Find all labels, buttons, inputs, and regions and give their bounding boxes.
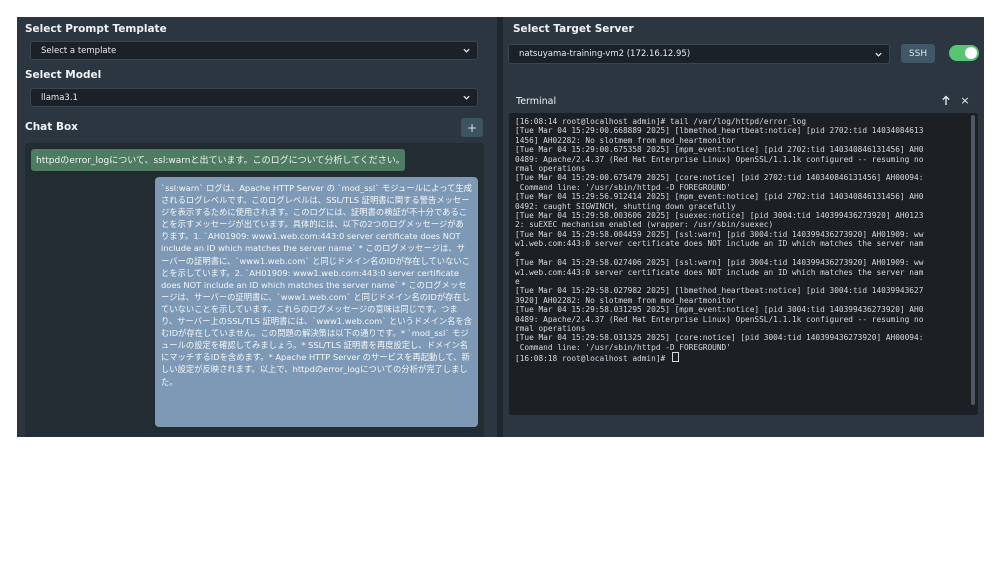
arrow-up-icon[interactable] [939,93,953,107]
terminal-line: [Tue Mar 04 15:29:00.675479 2025] [core:… [515,173,924,183]
ssh-button[interactable]: SSH [901,44,935,63]
toggle-knob [965,47,977,59]
terminal-text: [16:08:14 root@localhost admin]# tail /v… [515,117,967,364]
user-message: httpdのerror_logについて、ssl:warnと出ています。このログに… [31,149,405,171]
terminal-line: 0489: Apache/2.4.37 (Red Hat Enterprise … [515,314,924,324]
terminal-line: w1.web.com:443:0 server certificate does… [515,267,924,277]
terminal-line: [Tue Mar 04 15:29:58.031325 2025] [core:… [515,333,924,343]
terminal-line: e [515,276,520,286]
terminal-line: rmal operations [515,164,586,174]
target-server-select[interactable]: natsuyama-training-vm2 (172.16.12.95) [508,44,890,64]
terminal-line: [Tue Mar 04 15:29:00.668889 2025] [lbmet… [515,126,924,136]
prompt-template-select[interactable]: Select a template [30,41,478,60]
terminal-line: [Tue Mar 04 15:29:58.027406 2025] [ssl:w… [515,258,924,268]
terminal-line: [16:08:18 root@localhost admin]# [515,354,670,364]
terminal-line: 0489: Apache/2.4.37 (Red Hat Enterprise … [515,154,924,164]
terminal-scrollbar[interactable] [971,115,975,405]
terminal-cursor [671,352,679,363]
terminal-line: [Tue Mar 04 15:29:58.004459 2025] [ssl:w… [515,229,924,239]
add-chat-button[interactable]: + [461,118,483,137]
chat-box-label: Chat Box [25,121,78,133]
model-select[interactable]: llama3.1 [30,88,478,107]
terminal-line: [Tue Mar 04 15:29:56.912414 2025] [mpm_e… [515,192,924,202]
prompt-template-label: Select Prompt Template [25,23,167,35]
close-icon[interactable]: × [958,93,972,107]
target-server-value: natsuyama-training-vm2 (172.16.12.95) [519,49,691,59]
right-panel: Select Target Server natsuyama-training-… [503,17,984,437]
prompt-template-value: Select a template [41,45,117,56]
terminal-line: [Tue Mar 04 15:29:58.031295 2025] [mpm_e… [515,305,924,315]
app-window: Select Prompt Template Select a template… [17,17,984,437]
terminal-line: [Tue Mar 04 15:29:58.003606 2025] [suexe… [515,211,924,221]
terminal-line: [Tue Mar 04 15:29:00.675358 2025] [mpm_e… [515,145,924,155]
assistant-message: `ssl:warn` ログは、Apache HTTP Server の `mod… [155,177,478,427]
terminal-line: 3920] AH02282: No slotmem from mod_heart… [515,295,736,305]
terminal-line: rmal operations [515,323,586,333]
target-server-label: Select Target Server [513,23,634,35]
chat-box[interactable]: httpdのerror_logについて、ssl:warnと出ています。このログに… [25,143,484,437]
terminal-line: [Tue Mar 04 15:29:58.027982 2025] [lbmet… [515,286,924,296]
terminal-line: 0492: caught SIGWINCH, shutting down gra… [515,201,736,211]
terminal-line: 1456] AH02282: No slotmem from mod_heart… [515,135,736,145]
connection-toggle[interactable] [949,45,979,61]
left-panel: Select Prompt Template Select a template… [17,17,497,437]
plus-icon: + [466,120,478,135]
terminal-line: Command line: '/usr/sbin/httpd -D FOREGR… [515,342,731,352]
terminal-line: e [515,248,520,258]
terminal-line: Command line: '/usr/sbin/httpd -D FOREGR… [515,182,731,192]
terminal-title: Terminal [516,96,557,107]
chevron-down-icon [461,46,471,56]
chevron-down-icon [461,93,471,103]
model-value: llama3.1 [41,92,78,103]
chevron-down-icon [873,49,883,59]
model-label: Select Model [25,69,102,81]
terminal-output[interactable]: [16:08:14 root@localhost admin]# tail /v… [509,113,978,415]
terminal-line: 2: suEXEC mechanism enabled (wrapper: /u… [515,220,774,230]
terminal-line: [16:08:14 root@localhost admin]# tail /v… [515,117,807,126]
terminal-line: w1.web.com:443:0 server certificate does… [515,239,924,249]
